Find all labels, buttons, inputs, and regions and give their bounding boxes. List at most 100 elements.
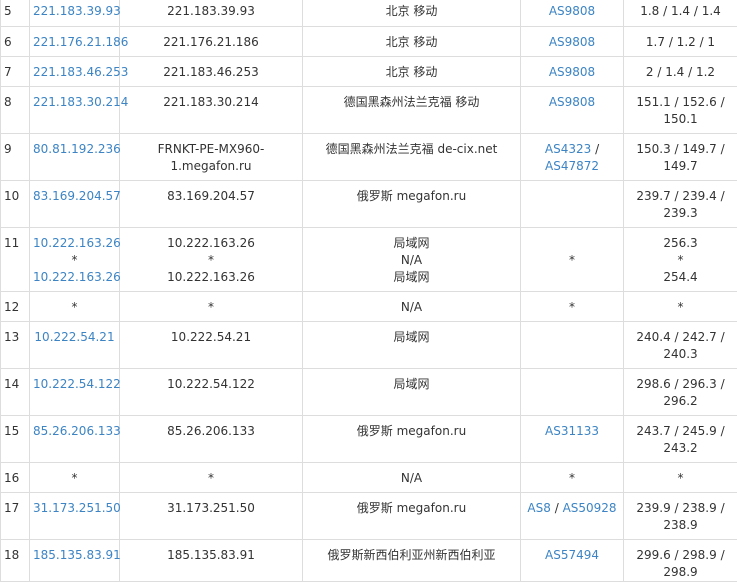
latency-value: 150.3 / 149.7 / bbox=[627, 141, 734, 158]
hop-number: 12 bbox=[1, 292, 30, 322]
hostname-text: 1.megafon.ru bbox=[123, 158, 299, 175]
ip-link[interactable]: 185.135.83.91 bbox=[33, 547, 116, 564]
geo-cell: 局域网N/A局域网 bbox=[303, 228, 521, 292]
ip-link[interactable]: 221.183.39.93 bbox=[33, 3, 116, 20]
hop-row: 1110.222.163.26*10.222.163.2610.222.163.… bbox=[1, 228, 737, 292]
hostname-cell: 221.183.46.253 bbox=[120, 57, 303, 87]
hostname-cell: 221.176.21.186 bbox=[120, 27, 303, 57]
geo-cell: 北京 移动 bbox=[303, 27, 521, 57]
asn-cell: AS9808 bbox=[521, 87, 624, 134]
ip-link[interactable]: 221.183.30.214 bbox=[33, 94, 116, 111]
ip-link-cell[interactable]: 221.183.30.214 bbox=[30, 87, 120, 134]
ip-link-cell[interactable]: 10.222.54.21 bbox=[30, 322, 120, 369]
asn-cell: AS31133 bbox=[521, 416, 624, 463]
hostname-text: 185.135.83.91 bbox=[123, 547, 299, 564]
hostname-text: 85.26.206.133 bbox=[123, 423, 299, 440]
ip-link-cell[interactable]: 221.183.39.93 bbox=[30, 0, 120, 27]
hop-row: 16**N/A** bbox=[1, 463, 737, 493]
timeout-star: * bbox=[524, 252, 620, 269]
latency-cell: 151.1 / 152.6 /150.1 bbox=[624, 87, 737, 134]
geo-cell: 德国黑森州法兰克福 移动 bbox=[303, 87, 521, 134]
asn-cell bbox=[521, 322, 624, 369]
ip-link[interactable]: 31.173.251.50 bbox=[33, 500, 116, 517]
ip-link[interactable]: 83.169.204.57 bbox=[33, 188, 116, 205]
geo-cell: 俄罗斯 megafon.ru bbox=[303, 181, 521, 228]
ip-link-cell[interactable]: 10.222.54.122 bbox=[30, 369, 120, 416]
geo-cell: 北京 移动 bbox=[303, 0, 521, 27]
hop-number: 8 bbox=[1, 87, 30, 134]
ip-link-cell[interactable]: 31.173.251.50 bbox=[30, 493, 120, 540]
hop-row: 1083.169.204.5783.169.204.57俄罗斯 megafon.… bbox=[1, 181, 737, 228]
hop-number: 18 bbox=[1, 540, 30, 582]
ip-link[interactable]: 221.183.46.253 bbox=[33, 64, 116, 81]
latency-value: 150.1 bbox=[627, 111, 734, 128]
latency-cell: 298.6 / 296.3 /296.2 bbox=[624, 369, 737, 416]
asn-link[interactable]: AS50928 bbox=[563, 501, 617, 515]
asn-link[interactable]: AS9808 bbox=[524, 3, 620, 20]
ip-link-cell[interactable]: 221.183.46.253 bbox=[30, 57, 120, 87]
ip-link-cell[interactable]: 80.81.192.236 bbox=[30, 134, 120, 181]
ip-link[interactable]: 10.222.54.122 bbox=[33, 376, 116, 393]
hostname-cell: * bbox=[120, 292, 303, 322]
asn-link[interactable]: AS31133 bbox=[524, 423, 620, 440]
geo-location: 德国黑森州法兰克福 de-cix.net bbox=[306, 141, 517, 158]
latency-cell: * bbox=[624, 463, 737, 493]
ip-link[interactable]: 221.176.21.186 bbox=[33, 34, 116, 51]
latency-value: 240.4 / 242.7 / bbox=[627, 329, 734, 346]
asn-link[interactable]: AS4323 bbox=[545, 142, 591, 156]
hostname-text: 10.222.163.26 bbox=[123, 269, 299, 286]
latency-value: * bbox=[627, 470, 734, 487]
hostname-cell: 83.169.204.57 bbox=[120, 181, 303, 228]
asn-link[interactable]: AS9808 bbox=[524, 34, 620, 51]
latency-cell: 1.8 / 1.4 / 1.4 bbox=[624, 0, 737, 27]
asn-link[interactable]: AS47872 bbox=[524, 158, 620, 175]
asn-separator: / bbox=[591, 142, 599, 156]
asn-link[interactable]: AS57494 bbox=[524, 547, 620, 564]
asn-link[interactable]: AS9808 bbox=[524, 64, 620, 81]
geo-location: 俄罗斯 megafon.ru bbox=[306, 188, 517, 205]
latency-cell: 2 / 1.4 / 1.2 bbox=[624, 57, 737, 87]
asn-link[interactable]: AS9808 bbox=[524, 94, 620, 111]
hop-number: 16 bbox=[1, 463, 30, 493]
asn-link[interactable]: AS8 bbox=[527, 501, 550, 515]
geo-cell: 俄罗斯 megafon.ru bbox=[303, 416, 521, 463]
asn-cell: * bbox=[521, 463, 624, 493]
asn-cell: * bbox=[521, 228, 624, 292]
ip-link-cell[interactable]: 10.222.163.26*10.222.163.26 bbox=[30, 228, 120, 292]
geo-cell: 俄罗斯 megafon.ru bbox=[303, 493, 521, 540]
hop-row: 980.81.192.236FRNKT-PE-MX960-1.megafon.r… bbox=[1, 134, 737, 181]
asn-cell: AS4323 / AS47872 bbox=[521, 134, 624, 181]
ip-link[interactable]: 85.26.206.133 bbox=[33, 423, 116, 440]
ip-link-cell[interactable]: 221.176.21.186 bbox=[30, 27, 120, 57]
hop-number: 10 bbox=[1, 181, 30, 228]
hostname-cell: 10.222.54.21 bbox=[120, 322, 303, 369]
hop-number: 5 bbox=[1, 0, 30, 27]
asn-cell: AS9808 bbox=[521, 27, 624, 57]
latency-value: 256.3 bbox=[627, 235, 734, 252]
hop-number: 14 bbox=[1, 369, 30, 416]
ip-link[interactable]: 10.222.54.21 bbox=[33, 329, 116, 346]
traceroute-body: 5221.183.39.93221.183.39.93北京 移动AS98081.… bbox=[1, 0, 737, 582]
asn-cell: * bbox=[521, 292, 624, 322]
hostname-cell: 221.183.30.214 bbox=[120, 87, 303, 134]
geo-location: 局域网 bbox=[306, 376, 517, 393]
hostname-text: 10.222.163.26 bbox=[123, 235, 299, 252]
timeout-star: * bbox=[33, 252, 116, 269]
hostname-cell: 85.26.206.133 bbox=[120, 416, 303, 463]
hop-row: 8221.183.30.214221.183.30.214德国黑森州法兰克福 移… bbox=[1, 87, 737, 134]
latency-value: 149.7 bbox=[627, 158, 734, 175]
ip-link-cell[interactable]: 185.135.83.91 bbox=[30, 540, 120, 582]
hop-row: 7221.183.46.253221.183.46.253北京 移动AS9808… bbox=[1, 57, 737, 87]
hostname-text: FRNKT-PE-MX960- bbox=[123, 141, 299, 158]
hostname-cell: 221.183.39.93 bbox=[120, 0, 303, 27]
latency-cell: 150.3 / 149.7 /149.7 bbox=[624, 134, 737, 181]
latency-cell: 1.7 / 1.2 / 1 bbox=[624, 27, 737, 57]
ip-link-cell[interactable]: 85.26.206.133 bbox=[30, 416, 120, 463]
ip-link[interactable]: 10.222.163.26 bbox=[33, 269, 116, 286]
ip-link-cell[interactable]: 83.169.204.57 bbox=[30, 181, 120, 228]
ip-link[interactable]: 10.222.163.26 bbox=[33, 235, 116, 252]
latency-value: 296.2 bbox=[627, 393, 734, 410]
ip-link[interactable]: 80.81.192.236 bbox=[33, 141, 116, 158]
geo-location: 北京 移动 bbox=[306, 3, 517, 20]
hostname-cell: 10.222.54.122 bbox=[120, 369, 303, 416]
